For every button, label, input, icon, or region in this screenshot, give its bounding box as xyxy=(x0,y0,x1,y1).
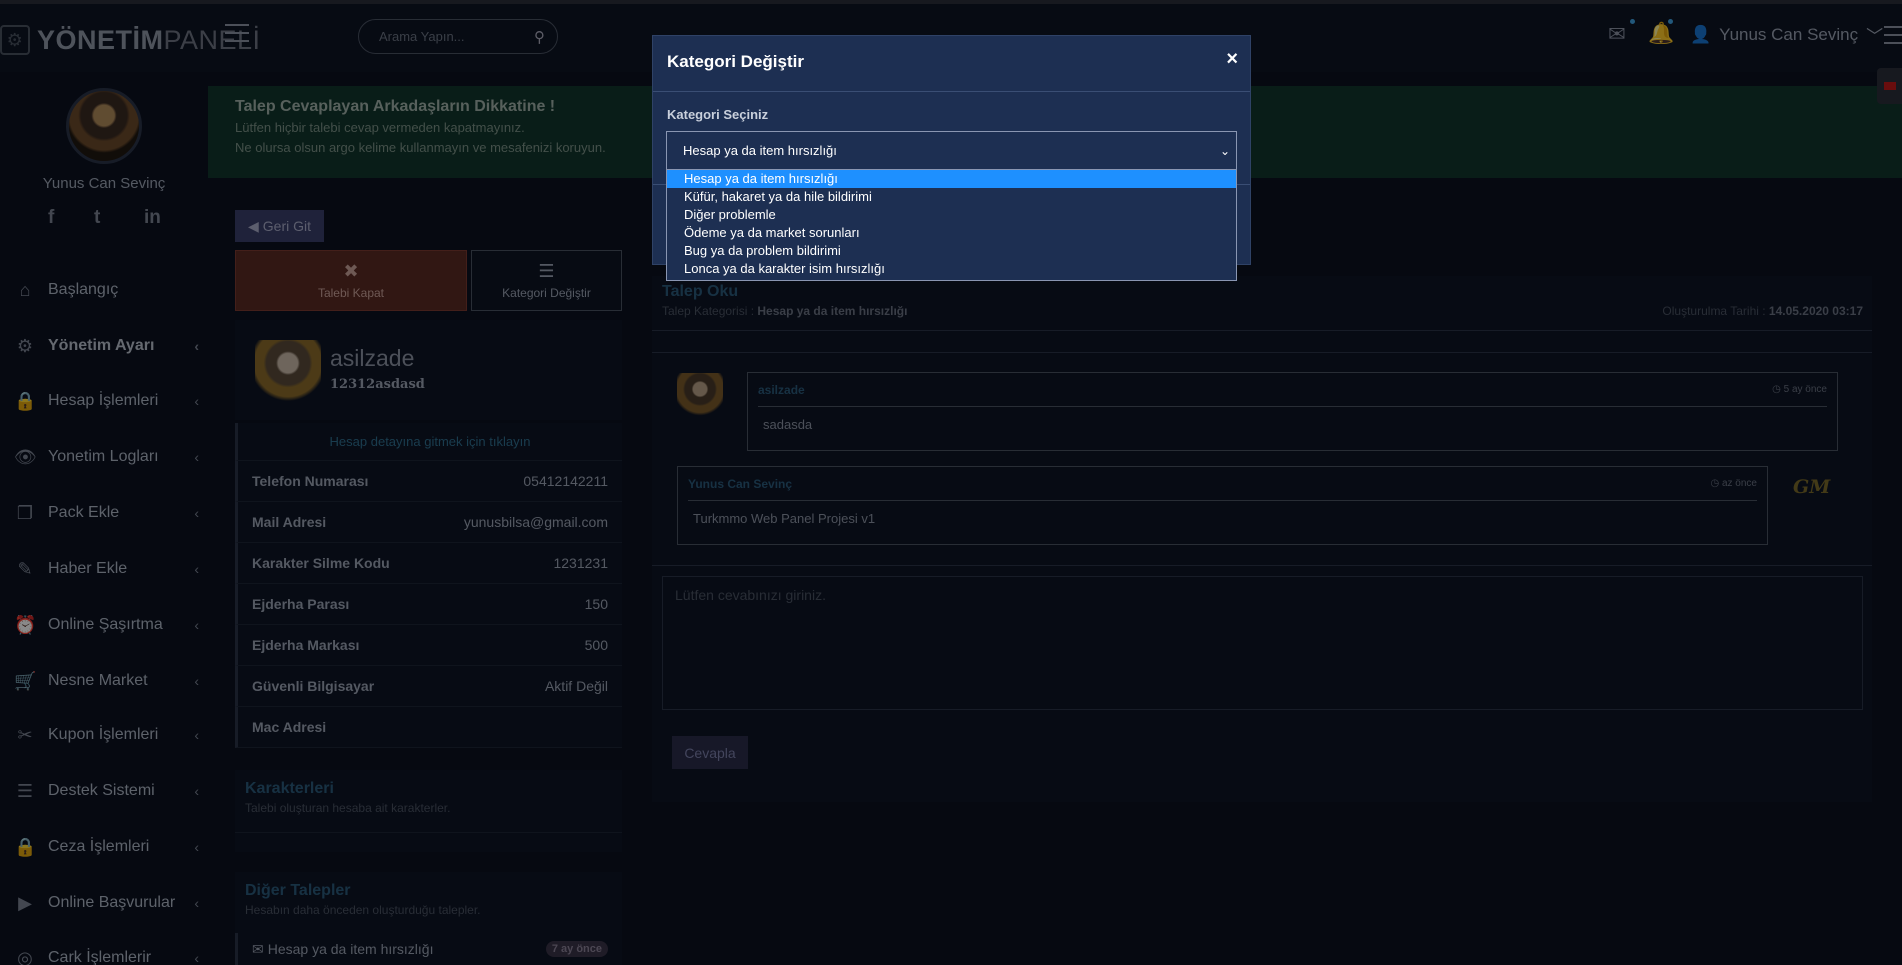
category-option[interactable]: Bug ya da problem bildirimi xyxy=(667,242,1236,260)
category-select[interactable]: Hesap ya da item hırsızlığı ⌄ xyxy=(666,131,1237,170)
divider xyxy=(653,91,1250,92)
chevron-down-icon: ⌄ xyxy=(1219,143,1230,158)
category-select-label: Kategori Seçiniz xyxy=(667,107,769,122)
category-option[interactable]: Diğer problemle xyxy=(667,206,1236,224)
category-option[interactable]: Ödeme ya da market sorunları xyxy=(667,224,1236,242)
modal-title: Kategori Değiştir xyxy=(667,52,804,71)
category-select-value: Hesap ya da item hırsızlığı xyxy=(683,143,837,158)
modal-close-button[interactable]: × xyxy=(1226,48,1238,71)
category-option[interactable]: Hesap ya da item hırsızlığı xyxy=(667,170,1236,188)
category-dropdown: Hesap ya da item hırsızlığı Küfür, hakare… xyxy=(666,170,1237,281)
category-option[interactable]: Lonca ya da karakter isim hırsızlığı xyxy=(667,260,1236,278)
category-option[interactable]: Küfür, hakaret ya da hile bildirimi xyxy=(667,188,1236,206)
